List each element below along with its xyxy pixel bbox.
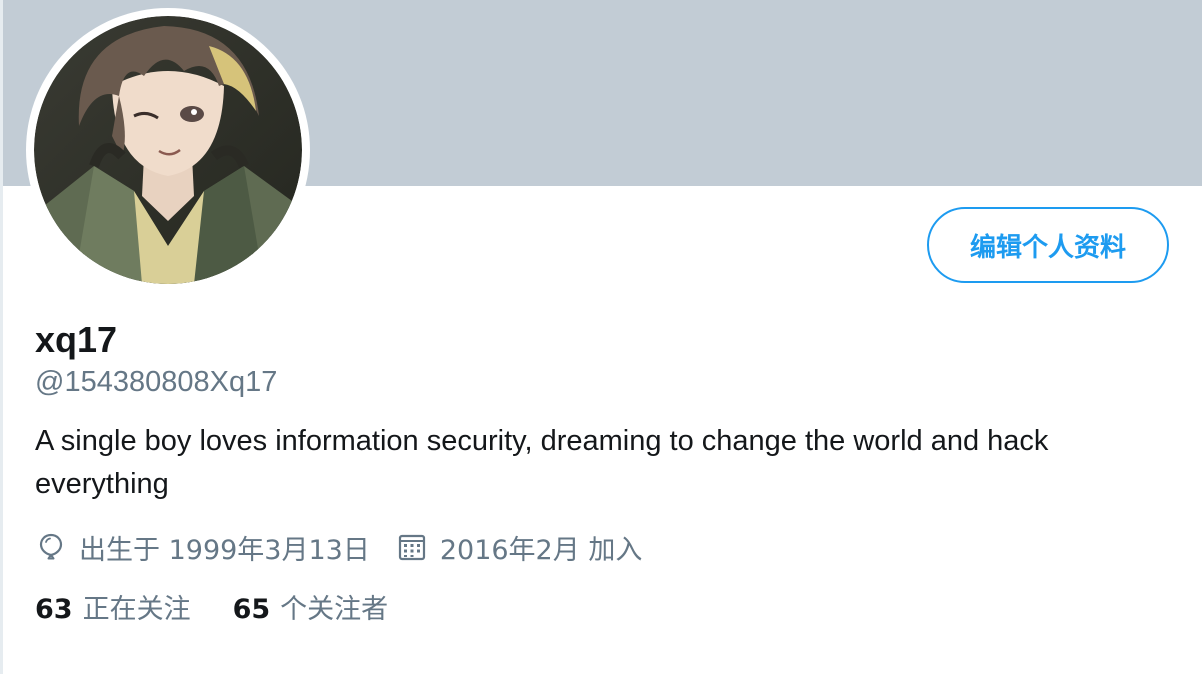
- profile-stats: 63 正在关注 65 个关注者: [35, 584, 388, 628]
- anime-boy-avatar-icon: [34, 16, 302, 284]
- following-link[interactable]: 63 正在关注: [35, 587, 191, 626]
- edit-profile-button[interactable]: 编辑个人资料: [927, 207, 1169, 283]
- birthday-item: 出生于 1999年3月13日: [35, 528, 370, 567]
- followers-label: 个关注者: [280, 593, 389, 625]
- profile-page: 编辑个人资料 xq17 @154380808Xq17 A single boy …: [0, 0, 1202, 674]
- followers-count: 65: [232, 593, 271, 625]
- followers-link[interactable]: 65 个关注者: [233, 587, 389, 626]
- following-label: 正在关注: [82, 593, 191, 625]
- following-count: 63: [35, 593, 73, 625]
- avatar[interactable]: [26, 8, 310, 292]
- birthday-text: 出生于 1999年3月13日: [79, 534, 370, 566]
- joined-item: 2016年2月 加入: [396, 528, 642, 567]
- balloon-icon: [35, 531, 67, 563]
- profile-bio: A single boy loves information security,…: [35, 425, 1049, 500]
- calendar-icon: [396, 531, 428, 563]
- user-handle: @154380808Xq17: [35, 366, 278, 398]
- display-name: xq17: [35, 319, 118, 360]
- joined-text: 2016年2月 加入: [439, 534, 643, 566]
- profile-meta: 出生于 1999年3月13日 2016年2月 加入: [35, 525, 642, 569]
